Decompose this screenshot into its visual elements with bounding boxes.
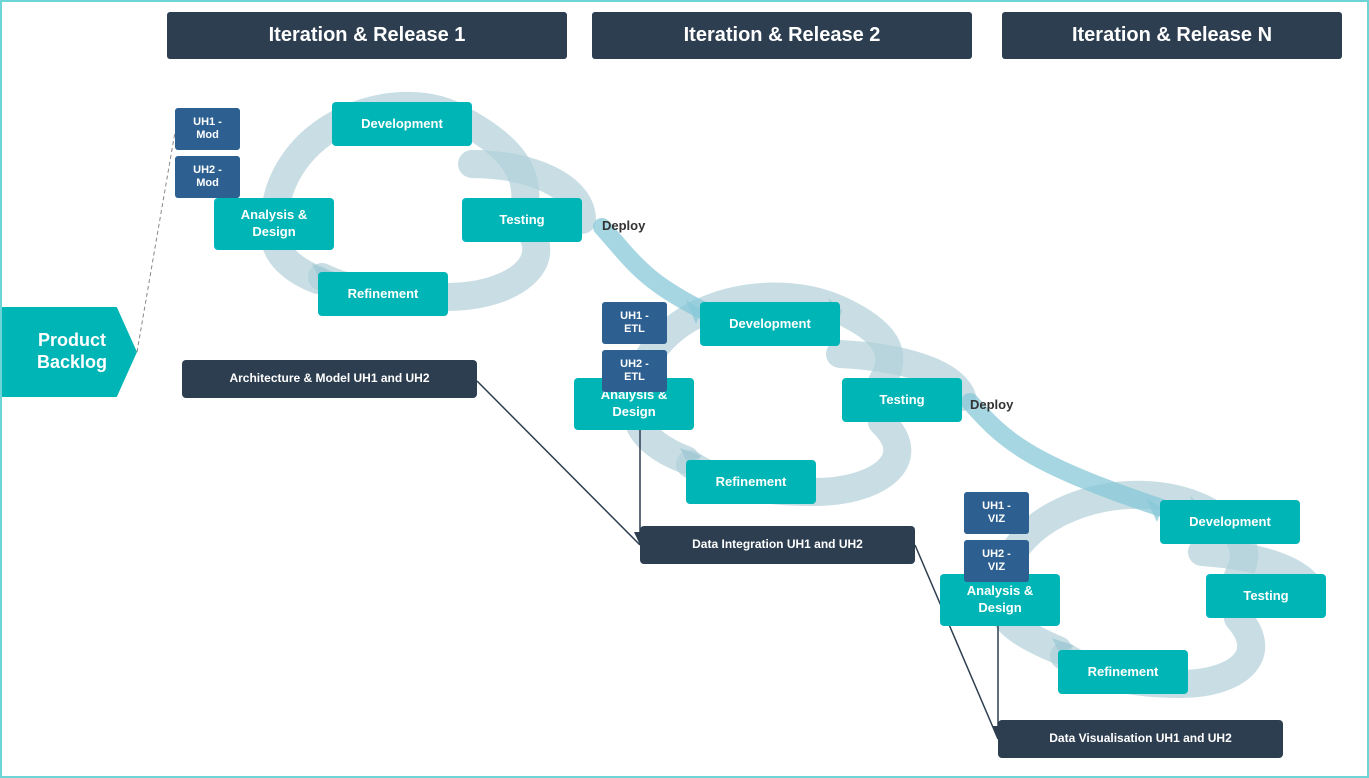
product-backlog: Product Backlog [2,307,137,397]
story-uh1-etl: UH1 -ETL [602,302,667,344]
story-uh1-mod: UH1 -Mod [175,108,240,150]
testing-n: Testing [1206,574,1326,618]
diagram-container: Iteration & Release 1 Iteration & Releas… [0,0,1369,778]
story-uh2-viz: UH2 -VIZ [964,540,1029,582]
refinement-2: Refinement [686,460,816,504]
header-iteration-n: Iteration & Release N [1002,12,1342,59]
header-iteration-1: Iteration & Release 1 [167,12,567,59]
development-2: Development [700,302,840,346]
story-uh1-viz: UH1 -VIZ [964,492,1029,534]
story-uh2-mod: UH2 -Mod [175,156,240,198]
refinement-1: Refinement [318,272,448,316]
story-uh2-etl: UH2 -ETL [602,350,667,392]
analysis-design-1: Analysis & Design [214,198,334,250]
development-n: Development [1160,500,1300,544]
refinement-n: Refinement [1058,650,1188,694]
deploy-label-1: Deploy [602,218,645,233]
data-visualisation: Data Visualisation UH1 and UH2 [998,720,1283,758]
architecture-model: Architecture & Model UH1 and UH2 [182,360,477,398]
testing-1: Testing [462,198,582,242]
deploy-label-2: Deploy [970,397,1013,412]
header-iteration-2: Iteration & Release 2 [592,12,972,59]
testing-2: Testing [842,378,962,422]
data-integration: Data Integration UH1 and UH2 [640,526,915,564]
development-1: Development [332,102,472,146]
